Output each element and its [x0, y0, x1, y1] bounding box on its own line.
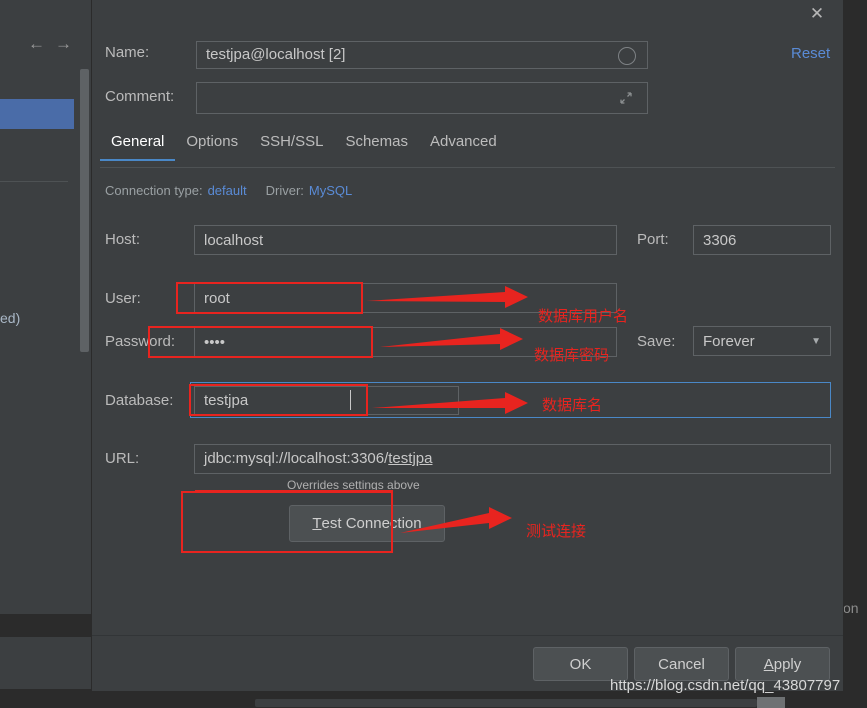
- tab-general[interactable]: General: [100, 133, 176, 161]
- host-input[interactable]: [194, 225, 617, 255]
- ide-divider: [0, 181, 68, 182]
- test-connection-button[interactable]: Test Connection: [289, 505, 445, 542]
- user-input[interactable]: [194, 283, 617, 313]
- ok-button[interactable]: OK: [533, 647, 628, 681]
- connection-meta-row: Connection type: default Driver: MySQL: [105, 183, 352, 198]
- driver-value[interactable]: MySQL: [309, 183, 352, 198]
- database-input[interactable]: [194, 386, 459, 415]
- comment-input[interactable]: [196, 82, 648, 114]
- tab-options[interactable]: Options: [175, 133, 249, 160]
- ide-scrollbar-corner: [757, 697, 785, 708]
- comment-label: Comment:: [105, 88, 175, 105]
- password-input[interactable]: [194, 327, 617, 357]
- tab-schemas[interactable]: Schemas: [334, 133, 419, 160]
- apply-label: pply: [773, 655, 802, 673]
- cancel-button[interactable]: Cancel: [634, 647, 729, 681]
- password-label: Password:: [105, 333, 176, 350]
- connection-type-label: Connection type:: [105, 183, 203, 198]
- arrow-left-icon[interactable]: ←: [28, 34, 55, 53]
- test-connection-label: est Connection: [321, 515, 422, 532]
- host-label: Host:: [105, 231, 141, 248]
- circle-icon: [618, 47, 636, 65]
- connection-type-value[interactable]: default: [208, 183, 247, 198]
- reset-button[interactable]: Reset: [791, 45, 830, 62]
- user-label: User:: [105, 290, 141, 307]
- ide-vertical-scrollbar[interactable]: [80, 69, 89, 352]
- tab-bar: General Options SSH/SSL Schemas Advanced: [100, 133, 835, 168]
- ide-selected-tree-row[interactable]: [0, 99, 74, 129]
- ide-navigation-arrows[interactable]: ←→: [28, 34, 88, 54]
- name-input[interactable]: [196, 41, 648, 69]
- close-icon[interactable]: ✕: [805, 2, 829, 26]
- ide-partial-text-left: ed): [0, 310, 21, 326]
- text-caret: [350, 390, 351, 410]
- screen: ←→ ed) on ✕ Name: Reset Comment: General…: [0, 0, 867, 708]
- name-label: Name:: [105, 44, 150, 61]
- url-label: URL:: [105, 450, 140, 467]
- apply-mnemonic: A: [763, 655, 774, 673]
- url-input[interactable]: [194, 444, 831, 474]
- overrides-note: Overrides settings above: [287, 478, 420, 492]
- expand-icon[interactable]: [618, 90, 634, 106]
- watermark: https://blog.csdn.net/qq_43807797: [610, 677, 841, 694]
- arrow-right-icon[interactable]: →: [55, 34, 82, 53]
- data-source-dialog: ✕ Name: Reset Comment: General Options S…: [92, 0, 843, 691]
- ide-right-strip: [843, 0, 867, 636]
- port-label: Port:: [637, 231, 669, 248]
- save-label: Save:: [637, 333, 676, 350]
- database-label: Database:: [105, 392, 174, 409]
- tab-advanced[interactable]: Advanced: [419, 133, 508, 160]
- tab-ssh-ssl[interactable]: SSH/SSL: [249, 133, 334, 160]
- test-connection-mnemonic: T: [312, 515, 322, 532]
- ide-horizontal-scrollbar-thumb[interactable]: [255, 699, 757, 707]
- port-input[interactable]: [693, 225, 831, 255]
- chevron-down-icon: ▼: [811, 335, 821, 347]
- ide-partial-text-right: on: [843, 600, 859, 616]
- apply-button[interactable]: Apply: [735, 647, 830, 681]
- driver-label: Driver:: [265, 183, 304, 198]
- save-dropdown-value: Forever: [703, 332, 755, 350]
- save-dropdown[interactable]: Forever ▼: [693, 326, 831, 356]
